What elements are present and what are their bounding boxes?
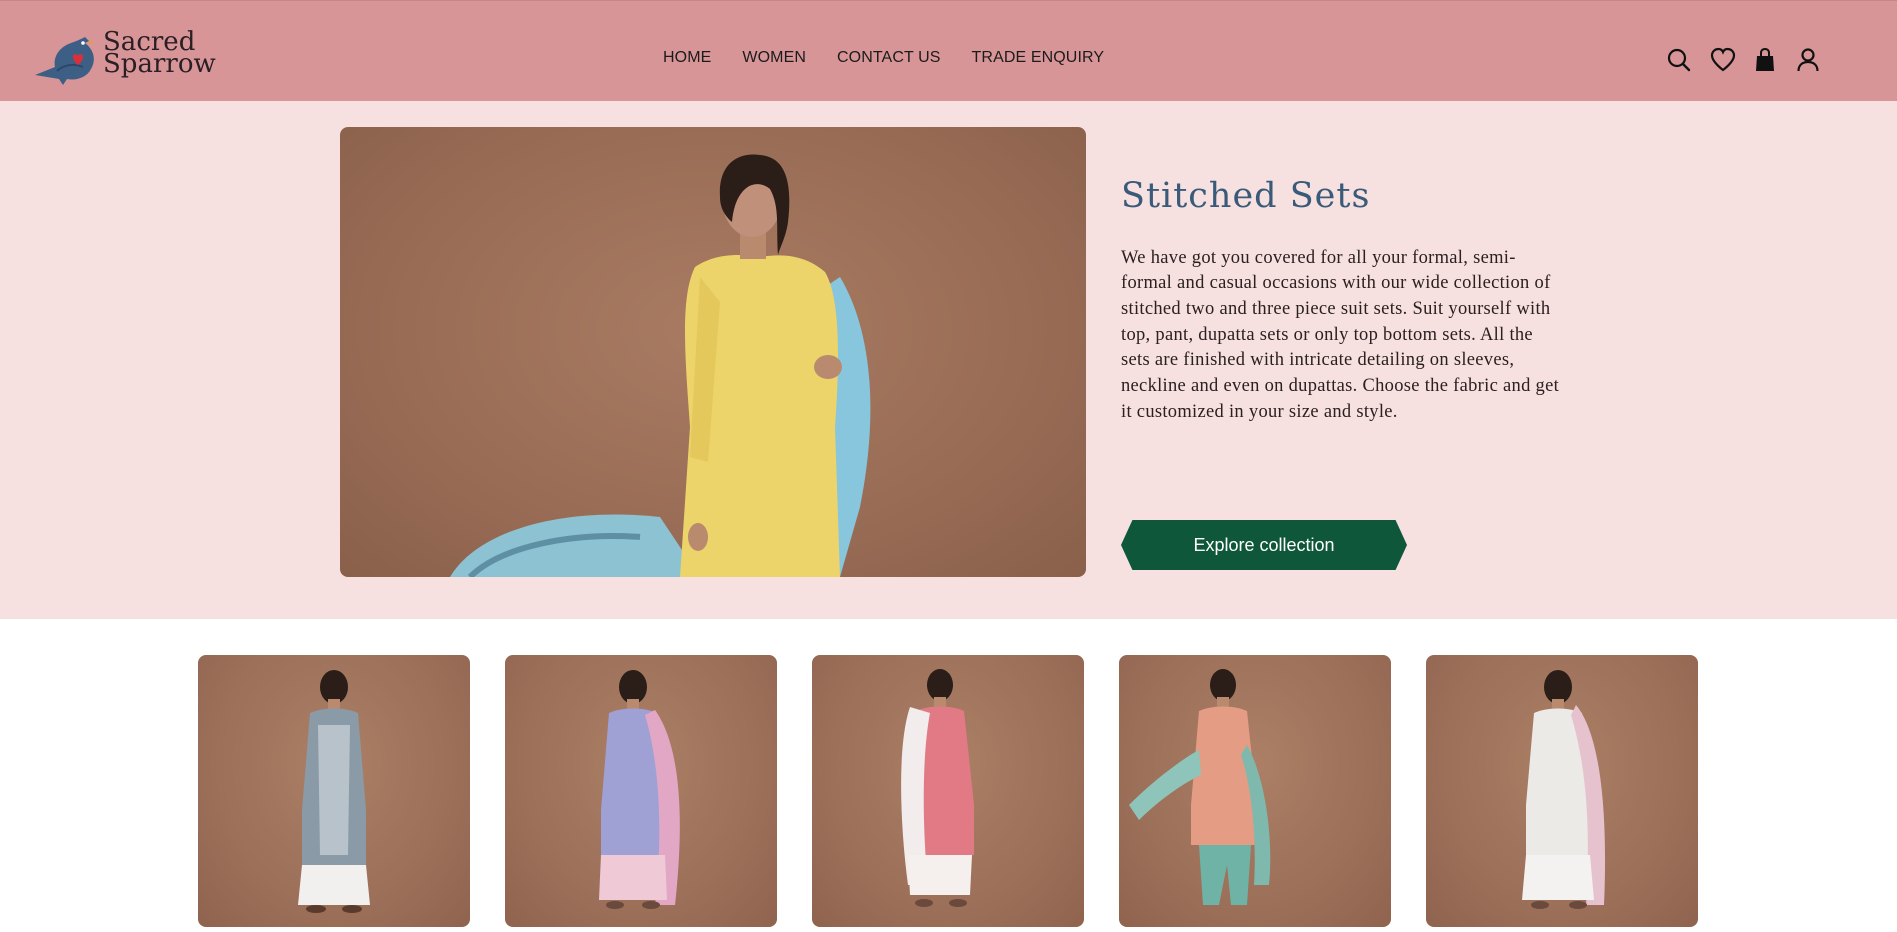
product-tile[interactable] bbox=[505, 655, 777, 927]
brand-logo[interactable]: Sacred Sparrow bbox=[33, 29, 233, 87]
search-icon[interactable] bbox=[1667, 47, 1691, 73]
nav-home[interactable]: HOME bbox=[663, 49, 711, 67]
hero-image bbox=[340, 127, 1086, 577]
user-icon[interactable] bbox=[1796, 47, 1820, 73]
bag-icon[interactable] bbox=[1753, 47, 1777, 73]
brand-line2: Sparrow bbox=[103, 49, 216, 79]
product-tile[interactable] bbox=[198, 655, 470, 927]
brand-wordmark: Sacred Sparrow bbox=[103, 29, 216, 79]
hero-description: We have got you covered for all your for… bbox=[1121, 247, 1560, 422]
hero-section: Stitched Sets We have got you covered fo… bbox=[0, 101, 1897, 619]
product-image bbox=[901, 669, 974, 907]
explore-collection-button[interactable]: Explore collection bbox=[1121, 520, 1407, 570]
product-tile[interactable] bbox=[1119, 655, 1391, 927]
product-image bbox=[1522, 670, 1606, 909]
product-image bbox=[599, 670, 680, 909]
hero-title: Stitched Sets bbox=[1121, 176, 1371, 217]
heart-icon[interactable] bbox=[1710, 47, 1736, 73]
header-actions bbox=[1667, 47, 1820, 73]
model-yellow-suit-image bbox=[450, 154, 871, 577]
sparrow-logo-icon bbox=[35, 37, 95, 85]
nav-women[interactable]: WOMEN bbox=[742, 49, 806, 67]
nav-trade-enquiry[interactable]: TRADE ENQUIRY bbox=[972, 49, 1105, 67]
product-tile[interactable] bbox=[1426, 655, 1698, 927]
site-header: Sacred Sparrow HOME WOMEN CONTACT US TRA… bbox=[0, 0, 1897, 101]
main-nav: HOME WOMEN CONTACT US TRADE ENQUIRY bbox=[663, 49, 1104, 67]
product-image bbox=[1129, 669, 1271, 905]
product-tile[interactable] bbox=[812, 655, 1084, 927]
nav-contact-us[interactable]: CONTACT US bbox=[837, 49, 941, 67]
product-image bbox=[298, 670, 370, 913]
